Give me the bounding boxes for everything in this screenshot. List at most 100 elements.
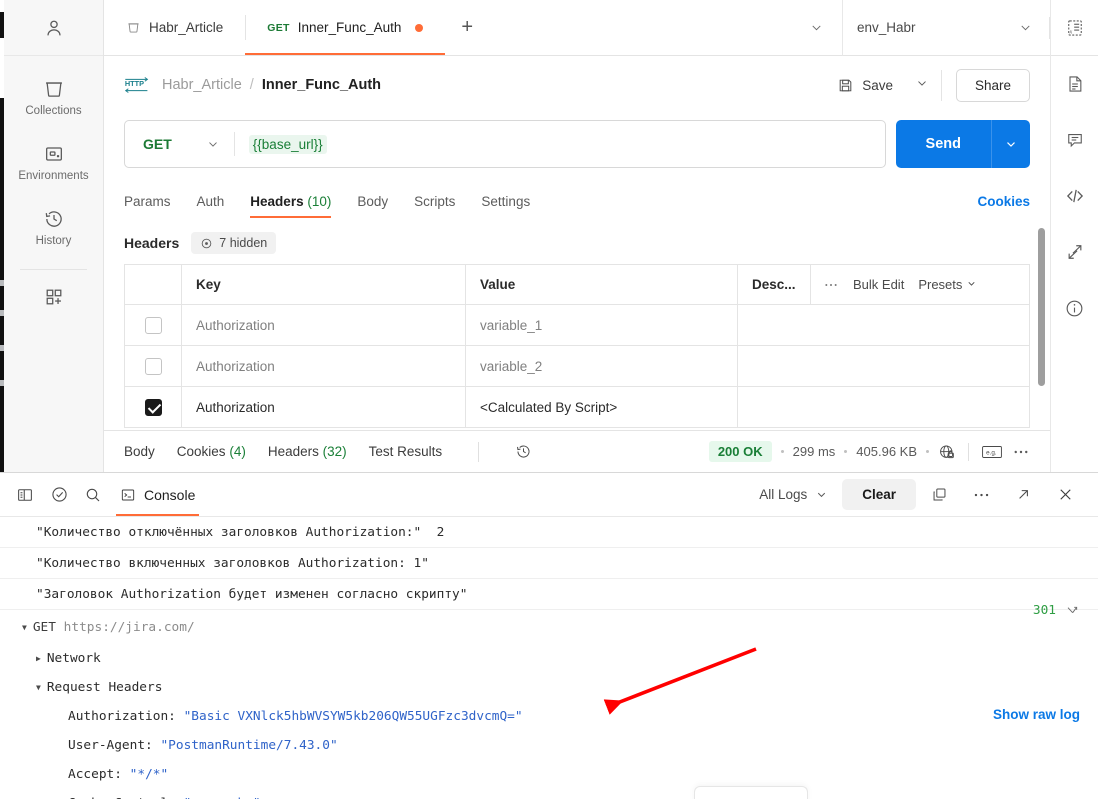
breadcrumb-request-name[interactable]: Inner_Func_Auth: [262, 77, 381, 93]
console-log-entry[interactable]: "Количество отключённых заголовков Autho…: [0, 517, 1098, 548]
bulk-edit-button[interactable]: Bulk Edit: [853, 277, 904, 292]
table-row[interactable]: Authorization variable_1: [125, 305, 1029, 346]
tab-label: Auth: [196, 194, 225, 209]
expand-caret-icon[interactable]: [36, 680, 47, 695]
tab-overflow-button[interactable]: [791, 0, 842, 55]
tab-label: Habr_Article: [149, 20, 224, 35]
environment-quick-look-button[interactable]: x: [1051, 0, 1098, 56]
new-tab-button[interactable]: +: [445, 0, 489, 55]
search-icon[interactable]: [76, 478, 110, 512]
tab-body[interactable]: Body: [357, 194, 388, 218]
headers-title: Headers: [124, 235, 180, 251]
header-key[interactable]: Authorization: [182, 346, 466, 386]
header-enabled-checkbox[interactable]: [144, 398, 162, 416]
user-profile-button[interactable]: [4, 0, 103, 56]
terminal-icon: [120, 487, 136, 503]
console-tree-node-network[interactable]: Network: [0, 644, 1098, 673]
clear-console-button[interactable]: Clear: [842, 479, 916, 510]
expand-caret-icon[interactable]: [22, 620, 33, 635]
header-key[interactable]: Authorization: [182, 305, 466, 345]
check-circle-icon[interactable]: [42, 478, 76, 512]
console-request-entry[interactable]: GET https://jira.com/ 301: [0, 603, 1098, 644]
breadcrumb-collection[interactable]: Habr_Article: [162, 77, 242, 93]
row-checkbox-cell: [125, 305, 182, 345]
url-input[interactable]: {{base_url}}: [235, 121, 885, 167]
bottom-popup-panel[interactable]: [694, 786, 808, 799]
secure-globe-icon[interactable]: [938, 443, 956, 461]
tab-scripts[interactable]: Scripts: [414, 194, 455, 218]
response-tab-body[interactable]: Body: [124, 444, 155, 459]
svg-text:e.g.: e.g.: [986, 449, 997, 456]
more-horizontal-icon[interactable]: [1012, 447, 1030, 457]
response-tab-test-results[interactable]: Test Results: [369, 444, 443, 459]
meta-dot: [926, 450, 929, 453]
send-options-button[interactable]: [991, 120, 1030, 168]
documentation-button[interactable]: [1051, 56, 1098, 112]
table-row[interactable]: Authorization <Calculated By Script>: [125, 387, 1029, 428]
history-icon: [43, 208, 65, 230]
sidebar-item-environments[interactable]: Environments: [4, 139, 103, 186]
share-button[interactable]: Share: [955, 68, 1030, 102]
request-sections-tabs: Params Auth Headers (10) Body Scripts Se…: [104, 184, 1050, 218]
column-description: Desc...: [738, 265, 811, 304]
open-new-window-icon[interactable]: [1004, 476, 1042, 514]
right-sidebar-rail: x: [1050, 0, 1098, 472]
expand-caret-icon[interactable]: [36, 651, 47, 666]
presets-button[interactable]: Presets: [918, 277, 977, 292]
tab-settings[interactable]: Settings: [481, 194, 530, 218]
header-name: User-Agent:: [68, 738, 153, 753]
sidebar-item-collections[interactable]: Collections: [4, 74, 103, 121]
left-sidebar-rail: Collections Environments History: [4, 0, 104, 472]
collection-runner-icon: [1065, 242, 1085, 262]
sidebar-item-label: Environments: [18, 170, 89, 182]
header-description[interactable]: [738, 387, 1029, 427]
response-tab-cookies[interactable]: Cookies (4): [177, 444, 246, 459]
console-log-entry[interactable]: "Заголовок Authorization будет изменен с…: [0, 579, 1098, 610]
close-icon[interactable]: [1046, 476, 1084, 514]
comments-button[interactable]: [1051, 112, 1098, 168]
tab-params[interactable]: Params: [124, 194, 171, 218]
cookies-link[interactable]: Cookies: [977, 194, 1030, 218]
breadcrumb-separator: /: [249, 77, 254, 93]
meta-dot: [844, 450, 848, 453]
headers-vertical-scrollbar[interactable]: [1038, 228, 1045, 386]
more-horizontal-icon[interactable]: [962, 476, 1000, 514]
layout-sidebar-icon[interactable]: [8, 478, 42, 512]
sidebar-new-button[interactable]: [4, 286, 103, 308]
table-row[interactable]: Authorization variable_2: [125, 346, 1029, 387]
header-value[interactable]: variable_2: [466, 346, 738, 386]
header-description[interactable]: [738, 346, 1029, 386]
response-tab-headers[interactable]: Headers (32): [268, 444, 347, 459]
show-raw-log-link[interactable]: Show raw log: [993, 707, 1080, 722]
environment-selector[interactable]: env_Habr: [843, 20, 1049, 35]
tab-headers[interactable]: Headers (10): [250, 194, 332, 218]
sidebar-item-history[interactable]: History: [4, 204, 103, 251]
code-snippet-button[interactable]: [1051, 168, 1098, 224]
response-size: 405.96 KB: [856, 444, 917, 459]
header-enabled-checkbox[interactable]: [144, 316, 162, 334]
info-button[interactable]: [1051, 280, 1098, 336]
header-enabled-checkbox[interactable]: [144, 357, 162, 375]
tab-auth[interactable]: Auth: [197, 194, 225, 218]
console-tree-node-request-headers[interactable]: Request Headers: [0, 673, 1098, 702]
method-selector[interactable]: GET: [125, 121, 234, 167]
tab-inner-func-auth[interactable]: GET Inner_Func_Auth: [245, 0, 446, 55]
copy-icon[interactable]: [920, 476, 958, 514]
hidden-headers-toggle[interactable]: 7 hidden: [191, 232, 277, 254]
save-button[interactable]: Save: [827, 71, 903, 100]
save-response-icon[interactable]: e.g.: [981, 444, 1003, 460]
header-description[interactable]: [738, 305, 1029, 345]
log-filter-selector[interactable]: All Logs: [749, 481, 838, 508]
console-tab[interactable]: Console: [116, 473, 200, 516]
header-value[interactable]: variable_1: [466, 305, 738, 345]
response-history-icon[interactable]: [515, 443, 532, 460]
collections-icon: [43, 78, 65, 100]
more-horizontal-icon[interactable]: [823, 280, 839, 290]
send-button[interactable]: Send: [895, 120, 991, 168]
save-options-button[interactable]: [903, 69, 942, 101]
collection-runner-button[interactable]: [1051, 224, 1098, 280]
console-log-entry[interactable]: "Количество включенных заголовков Author…: [0, 548, 1098, 579]
header-value[interactable]: <Calculated By Script>: [466, 387, 738, 427]
tab-habr-article[interactable]: Habr_Article: [104, 0, 245, 55]
header-key[interactable]: Authorization: [182, 387, 466, 427]
